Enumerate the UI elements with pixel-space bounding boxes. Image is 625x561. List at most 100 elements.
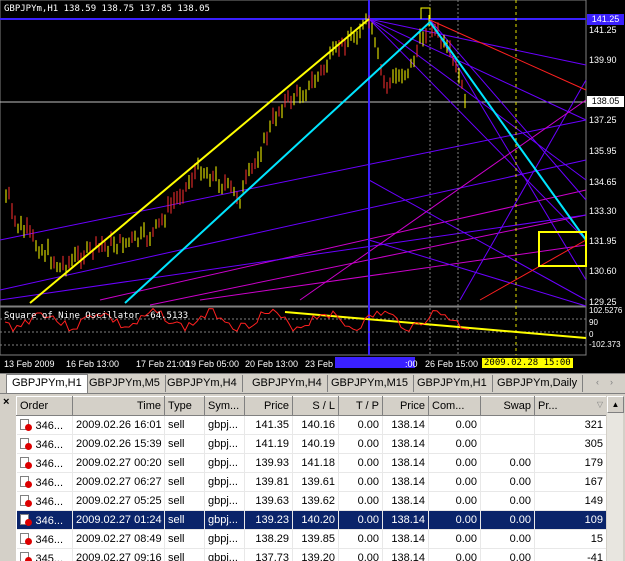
col-tp[interactable]: T / P (338, 396, 383, 416)
cell-swap: 0.00 (480, 510, 535, 530)
col-current-price[interactable]: Price (382, 396, 429, 416)
cell-profit: 15 (534, 529, 607, 549)
table-row[interactable]: 346... 2009.02.26 15:39 sell gbpj... 141.19 1… (16, 434, 607, 454)
order-id: 346... (35, 419, 64, 432)
cell-cur: 138.14 (382, 491, 429, 511)
cell-price: 141.19 (244, 434, 293, 454)
table-row[interactable]: 346... 2009.02.27 00:20 sell gbpj... 139.93 1… (16, 453, 607, 473)
tab-gbpjpy-m5[interactable]: GBPJPYm,M5 (84, 375, 166, 392)
cell-type: sell (164, 472, 205, 492)
cell-sl: 139.62 (292, 491, 339, 511)
col-commission[interactable]: Com... (428, 396, 481, 416)
tab-gbpjpy-daily[interactable]: GBPJPYm,Daily (492, 375, 584, 392)
cell-tp: 0.00 (338, 510, 383, 530)
tab-gbpjpy-h1-2[interactable]: GBPJPYm,H1 (412, 375, 493, 392)
chart-header: GBPJPYm,H1 138.59 138.75 137.85 138.05 (4, 4, 210, 14)
cell-profit: 167 (534, 472, 607, 492)
cell-com: 0.00 (428, 510, 481, 530)
tab-gbpjpy-h1[interactable]: GBPJPYm,H1 (6, 374, 88, 393)
oscillator-tick-label: 102.5276 (589, 306, 623, 315)
cell-order: 346... (16, 510, 73, 530)
gann-fan-line (368, 18, 587, 241)
cell-price: 139.23 (244, 510, 293, 530)
cell-type: sell (164, 415, 205, 435)
oscillator-tick-label: 0 (589, 330, 594, 339)
col-type[interactable]: Type (164, 396, 205, 416)
table-row[interactable]: 346... 2009.02.27 06:27 sell gbpj... 139.81 1… (16, 472, 607, 492)
cell-order: 346... (16, 434, 73, 454)
tab-gbpjpy-h4[interactable]: GBPJPYm,H4 (162, 375, 243, 392)
cell-order: 346... (16, 529, 73, 549)
table-row[interactable]: 346... 2009.02.26 16:01 sell gbpj... 141.35 1… (16, 415, 607, 435)
cell-swap: 0.00 (480, 453, 535, 473)
cell-swap: 0.00 (480, 491, 535, 511)
cell-tp: 0.00 (338, 472, 383, 492)
col-swap[interactable]: Swap (480, 396, 535, 416)
yellow-target-box (538, 231, 587, 267)
sell-order-icon (19, 532, 32, 545)
cell-order: 346... (16, 472, 73, 492)
order-id: 346... (35, 533, 64, 546)
cell-type: sell (164, 510, 205, 530)
cell-time: 2009.02.27 05:25 (72, 491, 165, 511)
cell-sl: 139.20 (292, 548, 339, 561)
price-chart[interactable]: GBPJPYm,H1 138.59 138.75 137.85 138.05 S… (0, 0, 625, 373)
table-row[interactable]: 345... 2009.02.27 09:16 sell gbpj... 137.73 1… (16, 548, 607, 561)
cell-cur: 138.14 (382, 434, 429, 454)
cell-price: 141.35 (244, 415, 293, 435)
cell-profit: 305 (534, 434, 607, 454)
metatrader-window: GBPJPYm,H1 138.59 138.75 137.85 138.05 S… (0, 0, 625, 561)
tab-next-arrow-icon[interactable]: › (610, 377, 613, 387)
order-id: 345... (35, 552, 64, 561)
gann-fan-line (429, 19, 587, 201)
terminal-panel: × Order Time Type Sym... Price S / L T /… (0, 393, 625, 561)
vertical-scrollbar[interactable]: ▲ (606, 396, 624, 561)
col-profit[interactable]: Pr... ▽ (534, 396, 607, 416)
cell-com: 0.00 (428, 529, 481, 549)
col-profit-label: Pr... (538, 400, 558, 412)
cell-sl: 139.61 (292, 472, 339, 492)
price-tick-label: 141.25 (589, 25, 617, 35)
col-symbol[interactable]: Sym... (204, 396, 245, 416)
table-row[interactable]: 346... 2009.02.27 05:25 sell gbpj... 139.63 1… (16, 491, 607, 511)
oscillator-tick-label: 90 (589, 318, 598, 327)
cell-com: 0.00 (428, 548, 481, 561)
sell-order-icon (19, 456, 32, 469)
top-price-box: 141.25 (587, 14, 624, 25)
tab-prev-arrow-icon[interactable]: ‹ (596, 377, 599, 387)
table-header-row: Order Time Type Sym... Price S / L T / P… (16, 396, 607, 416)
col-time[interactable]: Time (72, 396, 165, 416)
cell-sym: gbpj... (204, 510, 245, 530)
cell-time: 2009.02.26 16:01 (72, 415, 165, 435)
price-tick-label: 139.90 (589, 55, 617, 65)
gann-fan-line (368, 179, 587, 301)
cell-price: 139.63 (244, 491, 293, 511)
cell-time: 2009.02.27 00:20 (72, 453, 165, 473)
price-tick-label: 135.95 (589, 146, 617, 156)
sell-order-icon (19, 513, 32, 526)
sell-order-icon (19, 475, 32, 488)
cell-sl: 140.20 (292, 510, 339, 530)
order-id: 346... (35, 514, 64, 527)
tab-gbpjpy-m15[interactable]: GBPJPYm,M15 (326, 375, 415, 392)
cell-sym: gbpj... (204, 548, 245, 561)
cell-com: 0.00 (428, 415, 481, 435)
scroll-up-arrow-icon[interactable]: ▲ (607, 396, 624, 413)
oscillator-label: Square of Nine Oscillator -64.5133 (4, 311, 189, 321)
table-row[interactable]: 346... 2009.02.27 01:24 sell gbpj... 139.23 1… (16, 510, 607, 530)
col-price[interactable]: Price (244, 396, 293, 416)
tab-gbpjpy-h4-2[interactable]: GBPJPYm,H4 (247, 375, 328, 392)
cell-sym: gbpj... (204, 529, 245, 549)
col-sl[interactable]: S / L (292, 396, 339, 416)
cell-com: 0.00 (428, 453, 481, 473)
cell-com: 0.00 (428, 491, 481, 511)
close-icon[interactable]: × (3, 396, 9, 408)
cell-swap: 0.00 (480, 472, 535, 492)
sell-order-icon (19, 418, 32, 431)
cell-profit: 109 (534, 510, 607, 530)
sell-order-icon (19, 494, 32, 507)
col-order[interactable]: Order (16, 396, 73, 416)
cell-sym: gbpj... (204, 453, 245, 473)
order-id: 346... (35, 476, 64, 489)
table-row[interactable]: 346... 2009.02.27 08:49 sell gbpj... 138.29 1… (16, 529, 607, 549)
